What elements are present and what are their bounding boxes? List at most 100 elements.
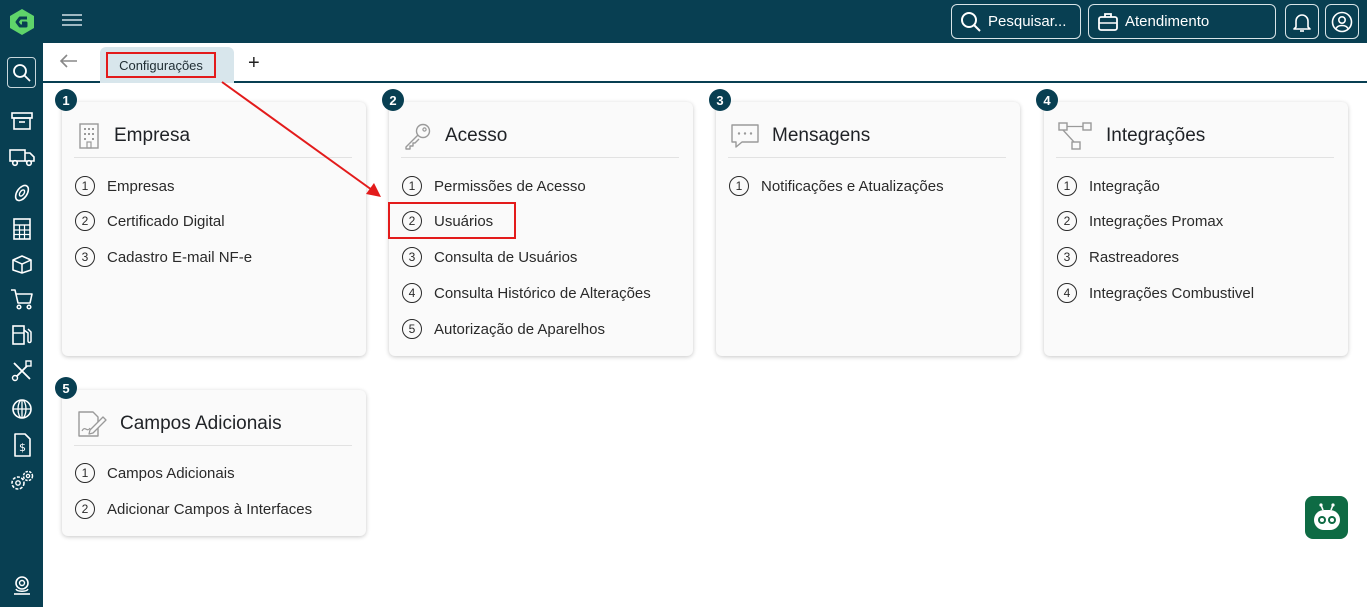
- briefcase-icon: [1098, 12, 1118, 31]
- item-label: Autorização de Aparelhos: [434, 320, 605, 338]
- card-header: Campos Adicionais: [74, 402, 352, 446]
- menu-item-rastreadores[interactable]: 3 Rastreadores: [1057, 246, 1179, 268]
- invoice-icon: $: [13, 432, 31, 457]
- sidebar-search-button[interactable]: [7, 57, 36, 88]
- item-number: 3: [75, 247, 95, 267]
- menu-item-adicionar-campos[interactable]: 2 Adicionar Campos à Interfaces: [75, 498, 312, 520]
- calculator-icon: [12, 217, 31, 240]
- item-number: 3: [1057, 247, 1077, 267]
- card-title: Integrações: [1106, 124, 1206, 146]
- menu-item-notificacoes[interactable]: 1 Notificações e Atualizações: [729, 175, 944, 197]
- card-badge: 3: [709, 89, 731, 111]
- sidebar-item-tire[interactable]: [8, 179, 35, 206]
- building-icon: [79, 122, 99, 149]
- user-profile-button[interactable]: [1325, 4, 1359, 39]
- item-number: 1: [729, 176, 749, 196]
- atendimento-button[interactable]: Atendimento: [1088, 4, 1276, 39]
- menu-toggle-button[interactable]: [62, 11, 82, 29]
- card-badge: 2: [382, 89, 404, 111]
- sidebar-item-tools[interactable]: [8, 357, 35, 384]
- item-label: Certificado Digital: [107, 212, 225, 230]
- tab-configuracoes-label: Configurações: [106, 52, 216, 78]
- menu-item-integracoes-promax[interactable]: 2 Integrações Promax: [1057, 210, 1223, 232]
- flow-icon: [1058, 121, 1092, 150]
- item-number: 4: [1057, 283, 1077, 303]
- item-number: 1: [75, 463, 95, 483]
- menu-item-campos-adicionais[interactable]: 1 Campos Adicionais: [75, 462, 235, 484]
- card-campos-adicionais: Campos Adicionais 1 Campos Adicionais 2 Ad…: [62, 390, 366, 536]
- card-integracoes: Integrações 1 Integração 2 Integrações Pro…: [1044, 102, 1348, 356]
- card-mensagens: Mensagens 1 Notificações e Atualizações: [716, 102, 1020, 356]
- sidebar-item-truck[interactable]: [8, 143, 35, 170]
- message-icon: [731, 123, 759, 148]
- sidebar-item-archive[interactable]: [8, 107, 35, 134]
- sidebar-item-globe[interactable]: [8, 395, 35, 422]
- card-title: Campos Adicionais: [120, 412, 282, 434]
- bell-icon: [1293, 13, 1311, 32]
- card-header: Integrações: [1056, 114, 1334, 158]
- archive-icon: [10, 111, 33, 130]
- item-number: 1: [1057, 176, 1077, 196]
- item-number: 4: [402, 283, 422, 303]
- notifications-button[interactable]: [1285, 4, 1319, 39]
- app-logo[interactable]: [0, 0, 43, 43]
- card-badge: 4: [1036, 89, 1058, 111]
- item-label: Notificações e Atualizações: [761, 177, 944, 195]
- fuel-icon: [11, 324, 32, 345]
- menu-item-cadastro-email-nfe[interactable]: 3 Cadastro E-mail NF-e: [75, 246, 252, 268]
- menu-item-empresas[interactable]: 1 Empresas: [75, 175, 175, 197]
- item-label: Permissões de Acesso: [434, 177, 586, 195]
- logo-icon: [9, 8, 34, 35]
- tire-icon: [14, 184, 29, 201]
- item-label: Rastreadores: [1089, 248, 1180, 266]
- tab-configuracoes[interactable]: Configurações: [100, 47, 234, 83]
- item-label: Cadastro E-mail NF-e: [107, 248, 253, 266]
- chatbot-button[interactable]: [1305, 496, 1348, 539]
- menu-item-consulta-historico[interactable]: 4 Consulta Histórico de Alterações: [402, 282, 651, 304]
- tools-icon: [11, 359, 32, 381]
- item-label: Consulta de Usuários: [434, 248, 578, 266]
- menu-item-integracoes-combustivel[interactable]: 4 Integrações Combustivel: [1057, 282, 1254, 304]
- menu-item-autorizacao-aparelhos[interactable]: 5 Autorização de Aparelhos: [402, 318, 605, 340]
- sidebar-item-support[interactable]: [8, 571, 35, 598]
- robot-icon: [1313, 502, 1340, 530]
- card-title: Empresa: [114, 124, 191, 146]
- cart-icon: [10, 288, 33, 310]
- top-bar: Pesquisar... Atendimento: [0, 0, 1367, 43]
- sidebar-item-fuel[interactable]: [8, 321, 35, 348]
- menu-item-consulta-usuarios[interactable]: 3 Consulta de Usuários: [402, 246, 577, 268]
- sidebar-item-cart[interactable]: [8, 285, 35, 312]
- card-title: Acesso: [445, 124, 508, 146]
- tab-bar: Configurações +: [43, 43, 1367, 83]
- box-icon: [11, 254, 32, 274]
- item-label: Integrações Combustivel: [1089, 284, 1255, 302]
- sidebar-item-invoice[interactable]: $: [8, 431, 35, 458]
- globe-icon: [11, 398, 32, 419]
- add-tab-button[interactable]: +: [248, 53, 260, 73]
- sidebar-item-box[interactable]: [8, 250, 35, 277]
- sidebar-item-calculator[interactable]: [8, 215, 35, 242]
- sidebar: $: [0, 43, 43, 607]
- item-label: Integrações Promax: [1089, 212, 1224, 230]
- search-icon: [961, 11, 981, 32]
- usuarios-highlight-box: [388, 202, 516, 239]
- card-badge: 1: [55, 89, 77, 111]
- menu-item-certificado-digital[interactable]: 2 Certificado Digital: [75, 210, 225, 232]
- card-badge: 5: [55, 377, 77, 399]
- back-button[interactable]: [59, 53, 79, 74]
- item-label: Adicionar Campos à Interfaces: [107, 500, 313, 518]
- svg-text:$: $: [19, 441, 26, 454]
- key-icon: [405, 123, 431, 150]
- support-icon: [13, 575, 30, 595]
- arrow-left-icon: [59, 54, 77, 68]
- item-number: 1: [75, 176, 95, 196]
- menu-item-integracao[interactable]: 1 Integração: [1057, 175, 1160, 197]
- card-title: Mensagens: [772, 124, 871, 146]
- item-number: 2: [75, 499, 95, 519]
- item-number: 5: [402, 319, 422, 339]
- sidebar-item-settings[interactable]: [8, 467, 35, 494]
- edit-document-icon: [78, 410, 107, 437]
- menu-item-permissoes-acesso[interactable]: 1 Permissões de Acesso: [402, 175, 586, 197]
- item-label: Integração: [1089, 177, 1160, 195]
- search-button[interactable]: Pesquisar...: [951, 4, 1081, 39]
